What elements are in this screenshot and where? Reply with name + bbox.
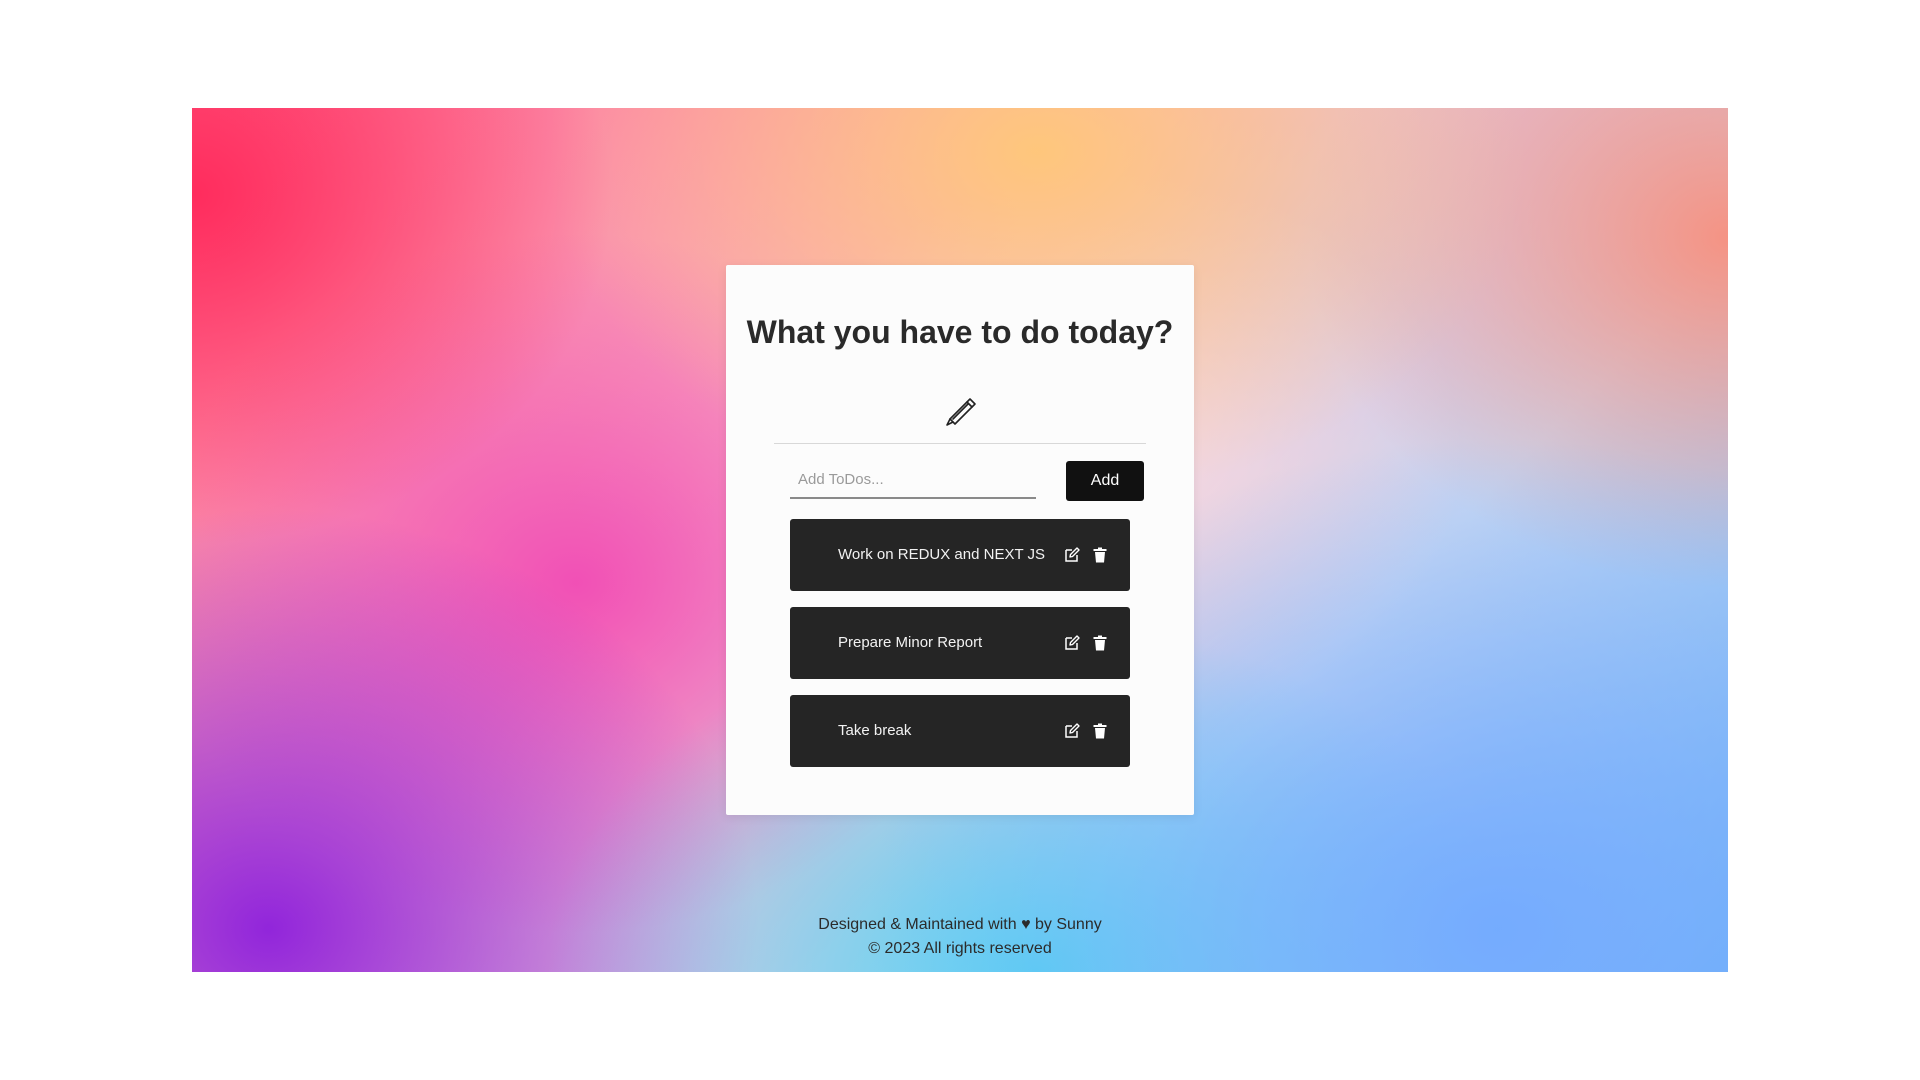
todo-text: Take break [838,722,912,739]
edit-icon[interactable] [1064,635,1080,651]
heart-icon: ♥ [1021,916,1031,933]
app-background: What you have to do today? Add Work on R… [192,108,1728,972]
todo-item: Work on REDUX and NEXT JS [790,519,1130,591]
add-todo-input[interactable] [790,461,1036,499]
todo-card: What you have to do today? Add Work on R… [726,265,1194,815]
trash-icon[interactable] [1092,547,1108,563]
trash-icon[interactable] [1092,635,1108,651]
footer-copyright: © 2023 All rights reserved [868,940,1052,957]
footer-credit-text: Designed & Maintained with [818,916,1017,933]
trash-icon[interactable] [1092,723,1108,739]
edit-icon[interactable] [1064,547,1080,563]
todo-list: Work on REDUX and NEXT JS Prepare Minor … [790,519,1130,783]
footer: Designed & Maintained with ♥ by Sunny © … [192,913,1728,961]
todo-text: Work on REDUX and NEXT JS [838,546,1046,563]
todo-item: Take break [790,695,1130,767]
divider [774,443,1146,444]
todo-item: Prepare Minor Report [790,607,1130,679]
page-title: What you have to do today? [746,314,1174,350]
edit-icon[interactable] [1064,723,1080,739]
add-button[interactable]: Add [1066,461,1144,501]
todo-text: Prepare Minor Report [838,634,983,651]
footer-credit: Designed & Maintained with ♥ by Sunny [192,913,1728,937]
footer-author: by Sunny [1035,916,1102,933]
pen-icon [946,398,976,426]
